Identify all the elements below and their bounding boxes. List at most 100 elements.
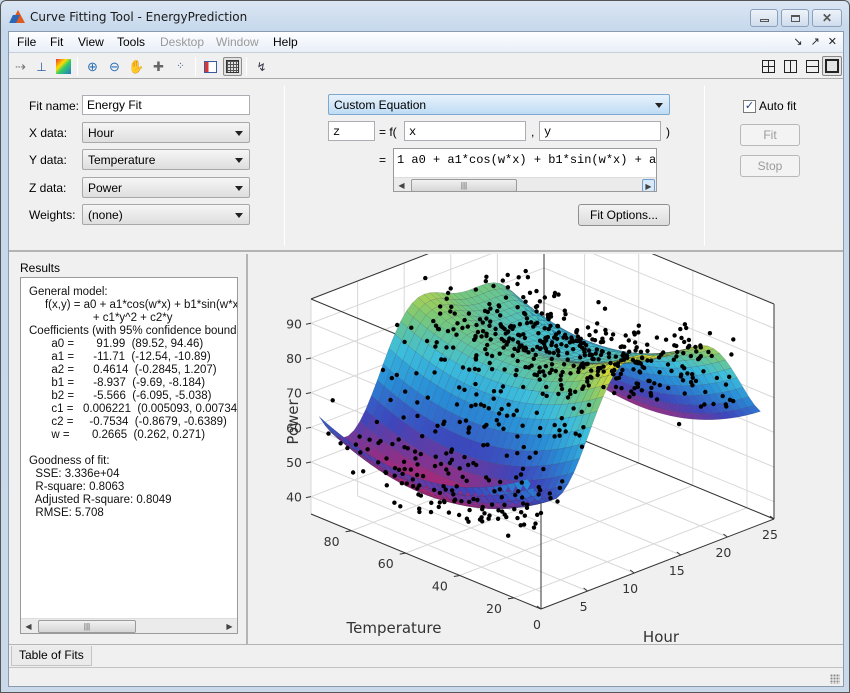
- data-point: [601, 364, 606, 369]
- data-point: [395, 322, 400, 328]
- data-point: [504, 514, 509, 520]
- data-point: [479, 334, 484, 339]
- data-point: [485, 342, 490, 348]
- weights-select[interactable]: (none): [82, 204, 250, 225]
- undock-icon[interactable]: ↗: [811, 35, 820, 48]
- data-point: [654, 397, 660, 402]
- scrollbar-thumb[interactable]: |||: [38, 620, 136, 633]
- chevron-down-icon: [235, 158, 243, 163]
- y-data-select[interactable]: Temperature: [82, 149, 250, 170]
- y-data-value: Temperature: [88, 153, 156, 167]
- color-surface-button[interactable]: [54, 57, 73, 76]
- results-horizontal-scrollbar[interactable]: ◀ ||| ▶: [21, 618, 237, 633]
- pan-button[interactable]: ✋: [127, 57, 146, 76]
- menu-fit[interactable]: Fit: [50, 35, 63, 49]
- data-point: [520, 466, 526, 471]
- menu-file[interactable]: File: [17, 35, 36, 49]
- scroll-left-icon[interactable]: ◀: [22, 620, 35, 633]
- chevron-down-icon: [235, 186, 243, 191]
- data-point: [534, 304, 540, 309]
- data-point: [415, 462, 420, 467]
- data-point: [396, 467, 402, 472]
- fit-button[interactable]: Fit: [740, 124, 800, 146]
- menu-help[interactable]: Help: [273, 35, 298, 49]
- data-point: [579, 345, 585, 350]
- z-data-select[interactable]: Power: [82, 177, 250, 198]
- scrollbar-thumb[interactable]: |||: [411, 179, 517, 191]
- fit-type-select[interactable]: Custom Equation: [328, 94, 670, 115]
- results-line: Coefficients (with 95% confidence bounds…: [29, 325, 238, 337]
- data-point: [424, 338, 430, 344]
- x-tick-label: 20: [715, 545, 731, 560]
- data-point: [472, 366, 478, 372]
- menu-tools[interactable]: Tools: [117, 35, 145, 49]
- x-data-select[interactable]: Hour: [82, 122, 250, 143]
- data-point: [457, 385, 462, 390]
- residuals-button[interactable]: ↯: [252, 57, 271, 76]
- exclude-button[interactable]: ⇢: [11, 57, 30, 76]
- data-point: [681, 350, 686, 356]
- minimize-button[interactable]: [750, 9, 778, 27]
- data-point: [471, 496, 476, 502]
- y-variable-input[interactable]: y: [539, 121, 661, 141]
- fit-name-input[interactable]: Energy Fit: [82, 95, 250, 115]
- equation-horizontal-scrollbar[interactable]: ◀ ||| ▶: [394, 177, 656, 191]
- scroll-right-icon[interactable]: ▶: [223, 620, 236, 633]
- legend-button[interactable]: [201, 57, 220, 76]
- exclude-outliers-button[interactable]: ⁘: [171, 57, 190, 76]
- data-point: [657, 383, 662, 388]
- data-point: [523, 299, 528, 304]
- data-point: [522, 513, 527, 518]
- dock-icon[interactable]: ↘: [793, 35, 802, 48]
- window-title: Curve Fitting Tool - EnergyPrediction: [30, 10, 248, 24]
- zoom-in-button[interactable]: ⊕: [83, 57, 102, 76]
- maximize-button[interactable]: [781, 9, 809, 27]
- data-point: [586, 383, 591, 388]
- close-button[interactable]: ✕: [812, 9, 842, 27]
- data-point: [582, 349, 587, 355]
- data-point: [698, 404, 704, 409]
- axes-limits-button[interactable]: ⊥: [32, 57, 51, 76]
- fit-options-button[interactable]: Fit Options...: [578, 204, 670, 226]
- output-variable-input[interactable]: z: [328, 121, 375, 141]
- table-of-fits-tab[interactable]: Table of Fits: [11, 646, 92, 666]
- menu-view[interactable]: View: [78, 35, 104, 49]
- data-point: [480, 504, 485, 510]
- tick-mark: [345, 530, 352, 533]
- data-point: [484, 331, 489, 336]
- equation-input[interactable]: 1 a0 + a1*cos(w*x) + b1*sin(w*x) + a2*co…: [393, 148, 657, 192]
- x-variable-input[interactable]: x: [404, 121, 526, 141]
- data-point: [537, 299, 543, 304]
- title-bar[interactable]: Curve Fitting Tool - EnergyPrediction ✕: [1, 1, 849, 31]
- data-point: [603, 331, 609, 336]
- layout-columns-button[interactable]: [781, 57, 799, 75]
- x-tick-label: 25: [762, 527, 778, 542]
- data-point: [627, 394, 632, 399]
- layout-rows-button[interactable]: [803, 57, 821, 75]
- close-icon[interactable]: ✕: [828, 35, 837, 48]
- surface-plot[interactable]: 405060708090204060800510152025PowerTempe…: [250, 208, 843, 646]
- scroll-right-icon[interactable]: ▶: [642, 179, 655, 191]
- results-text-area[interactable]: General model: f(x,y) = a0 + a1*cos(w*x)…: [20, 277, 238, 634]
- data-point: [571, 406, 576, 411]
- auto-fit-checkbox[interactable]: ✓: [743, 100, 756, 113]
- z-data-value: Power: [88, 181, 123, 195]
- x-axis-label: Hour: [643, 628, 680, 644]
- z-data-label: Z data:: [29, 181, 67, 195]
- data-point: [659, 352, 664, 357]
- data-point: [498, 389, 503, 394]
- grid-button[interactable]: [223, 57, 242, 76]
- layout-single-button[interactable]: [822, 56, 842, 76]
- scroll-left-icon[interactable]: ◀: [395, 179, 408, 191]
- results-line: R-square: 0.8063: [29, 481, 125, 493]
- data-cursor-button[interactable]: ✚: [149, 57, 168, 76]
- panel-divider: [284, 86, 285, 246]
- data-point: [445, 290, 451, 296]
- data-point: [663, 337, 669, 342]
- stop-button[interactable]: Stop: [740, 155, 800, 177]
- layout-2x2-button[interactable]: [759, 57, 777, 75]
- resize-grip-icon[interactable]: [830, 674, 840, 684]
- data-point: [462, 387, 467, 392]
- data-point: [537, 488, 543, 493]
- zoom-out-button[interactable]: ⊖: [105, 57, 124, 76]
